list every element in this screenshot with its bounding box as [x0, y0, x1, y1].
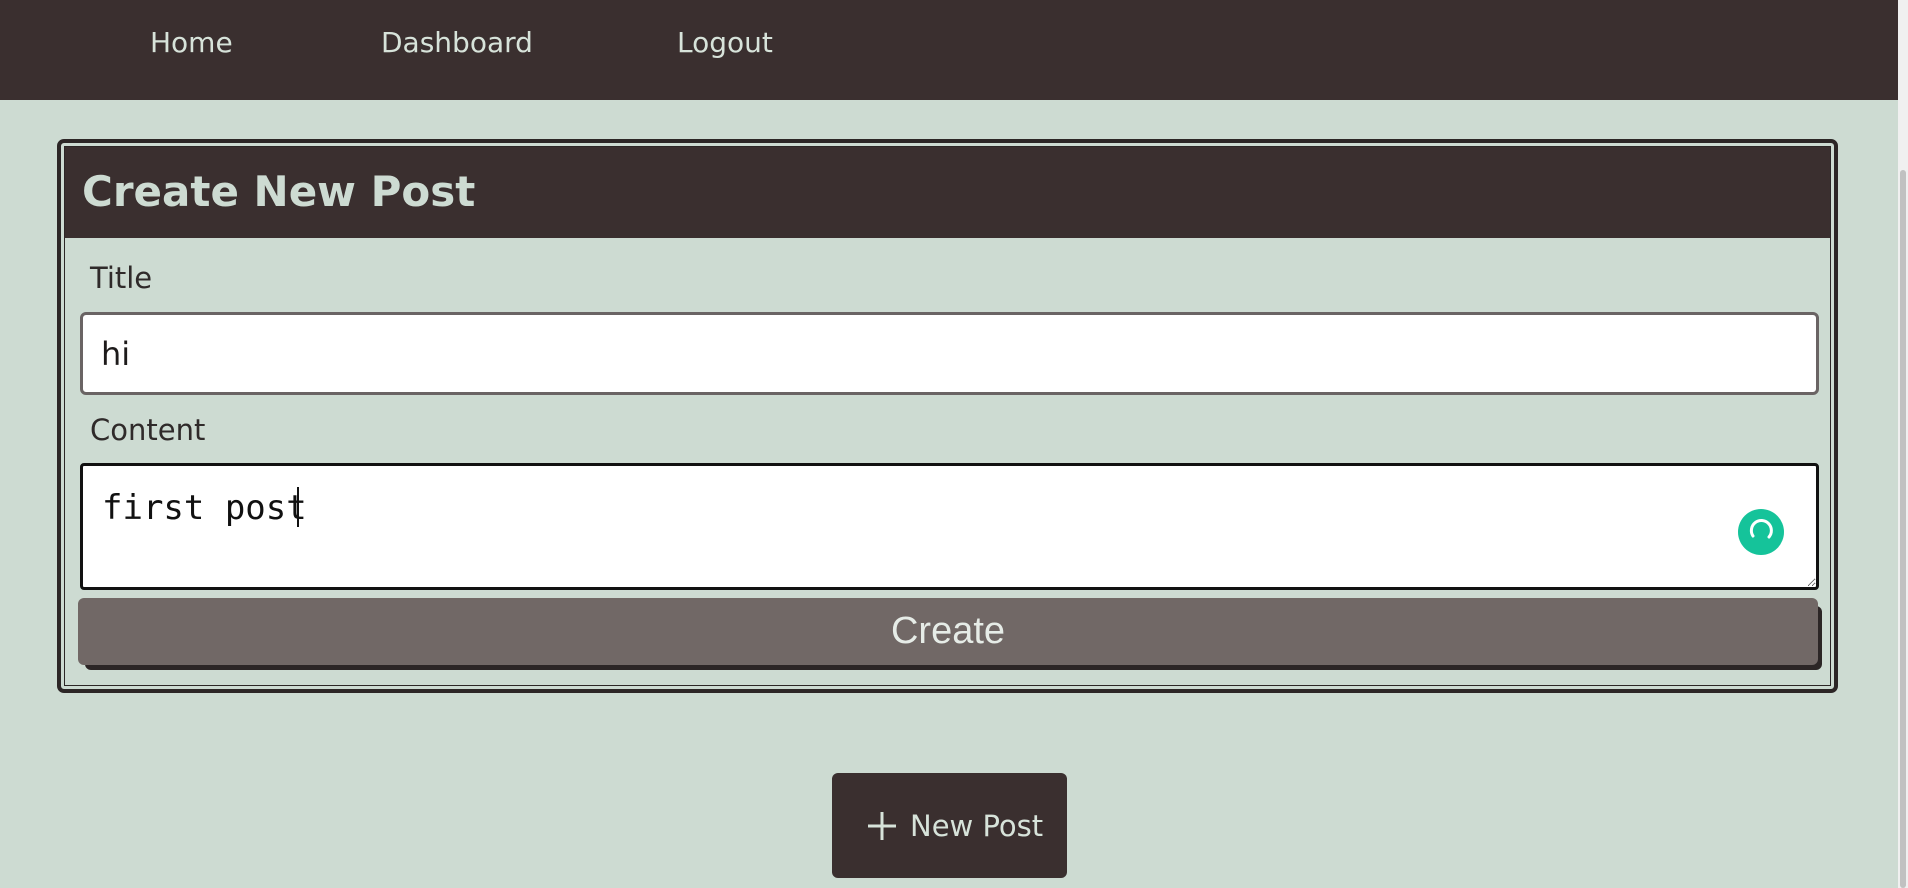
- title-label: Title: [90, 261, 153, 295]
- scrollbar-thumb[interactable]: [1900, 170, 1906, 888]
- new-post-button[interactable]: New Post: [832, 773, 1067, 878]
- title-input[interactable]: [80, 312, 1819, 395]
- grammarly-icon[interactable]: [1738, 509, 1784, 555]
- card-title: Create New Post: [82, 167, 476, 216]
- plus-icon: [868, 812, 896, 840]
- content-textarea[interactable]: first post: [80, 463, 1819, 590]
- nav-dashboard-link[interactable]: Dashboard: [381, 26, 533, 59]
- content-label: Content: [90, 413, 206, 447]
- new-post-label: New Post: [910, 809, 1044, 843]
- text-caret: [297, 487, 299, 527]
- grammarly-arc-icon: [1749, 519, 1773, 539]
- create-button[interactable]: Create: [78, 598, 1818, 665]
- card-header: Create New Post: [65, 147, 1830, 238]
- top-navbar: Home Dashboard Logout: [0, 0, 1898, 100]
- page-scrollbar[interactable]: [1898, 0, 1908, 888]
- nav-home-link[interactable]: Home: [150, 26, 233, 59]
- nav-logout-link[interactable]: Logout: [677, 26, 773, 59]
